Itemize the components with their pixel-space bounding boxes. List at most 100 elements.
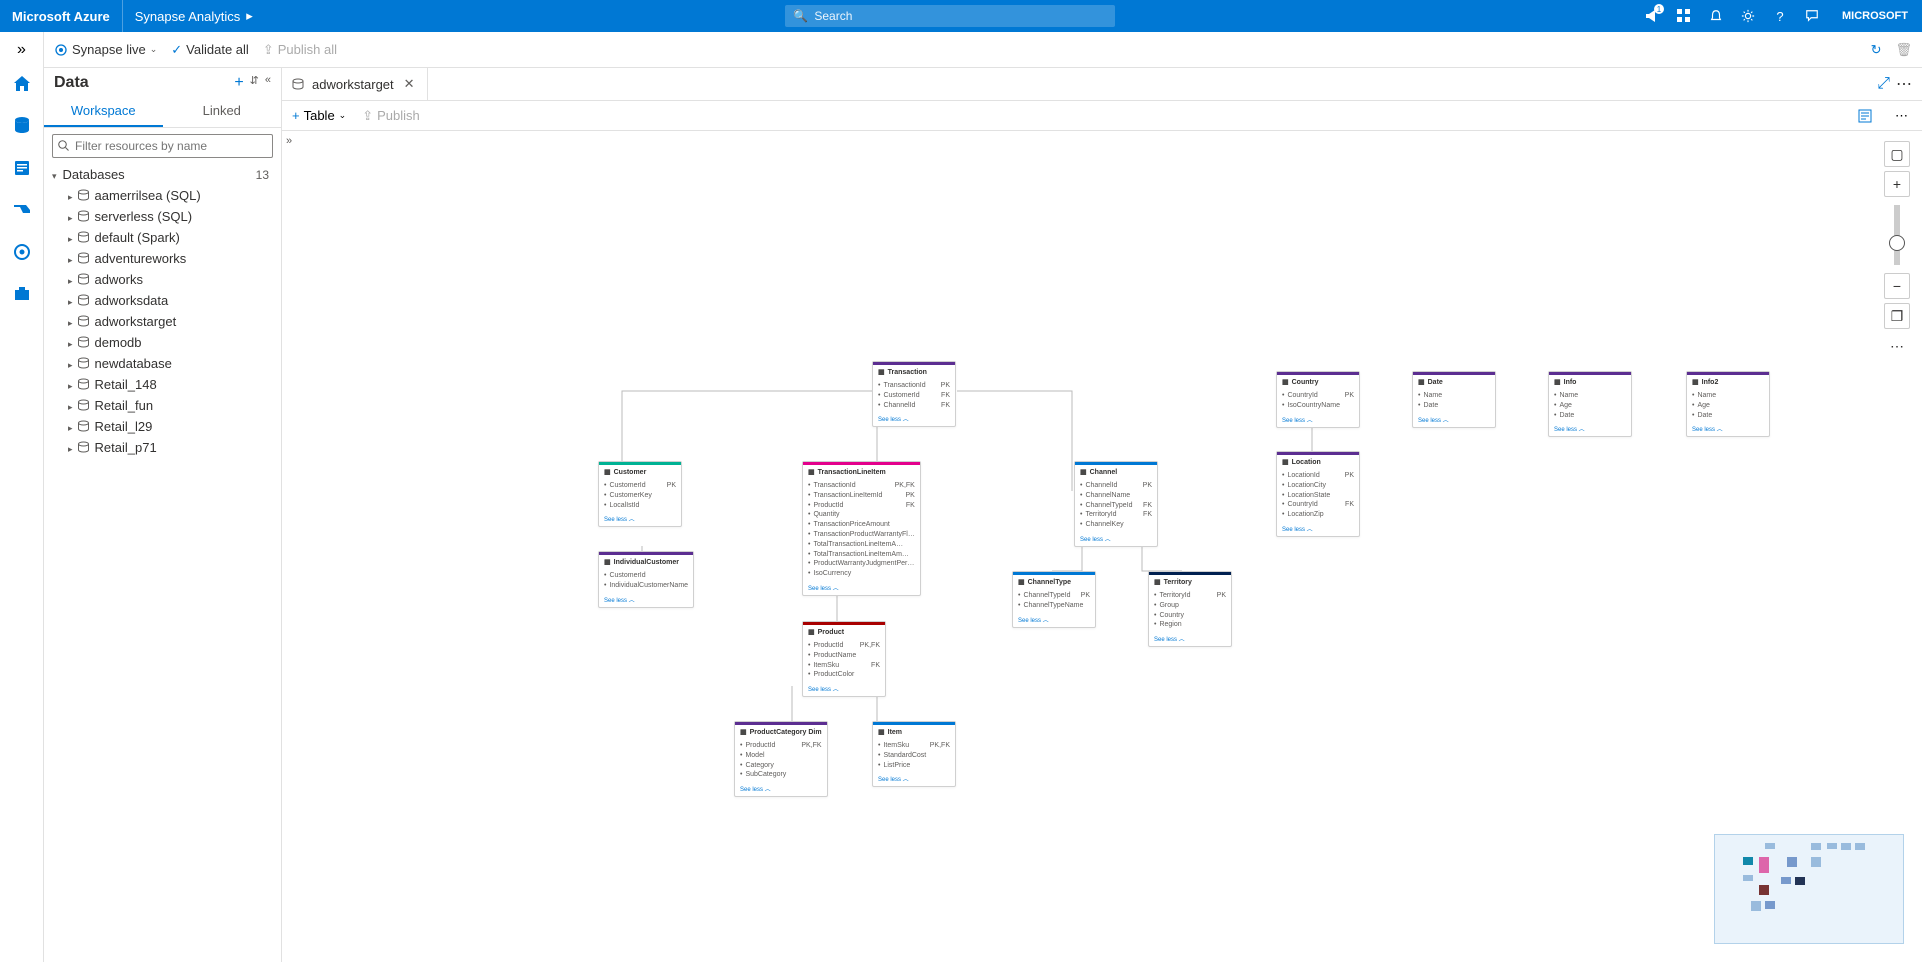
diagram-canvas[interactable]: ▦Transaction•TransactionIdPK•CustomerIdF… [282,131,1922,962]
entity-info[interactable]: ▦Info•Name•Age•DateSee less ︿ [1548,371,1632,437]
see-less-link[interactable]: See less ︿ [1413,414,1495,427]
entity-header[interactable]: ▦Territory [1149,572,1231,589]
see-less-link[interactable]: See less ︿ [1075,533,1157,546]
brand-label[interactable]: Microsoft Azure [0,0,123,32]
sidebar-item-database[interactable]: demodb [44,332,281,353]
develop-icon[interactable] [4,148,40,188]
data-icon[interactable] [4,106,40,146]
manage-icon[interactable] [4,274,40,314]
see-less-link[interactable]: See less ︿ [803,683,885,696]
product-breadcrumb[interactable]: Synapse Analytics ▸ [123,8,265,24]
entity-transaction[interactable]: ▦Transaction•TransactionIdPK•CustomerIdF… [872,361,956,427]
entity-date[interactable]: ▦Date•Name•DateSee less ︿ [1412,371,1496,428]
bell-icon[interactable] [1700,0,1732,32]
entity-header[interactable]: ▦Customer [599,462,681,479]
synapse-live-dropdown[interactable]: Synapse live ⌄ [54,42,157,57]
see-less-link[interactable]: See less ︿ [1013,614,1095,627]
sidebar-item-database[interactable]: adworkstarget [44,311,281,332]
layers-icon[interactable]: ❐ [1884,303,1910,329]
entity-header[interactable]: ▦IndividualCustomer [599,552,693,569]
see-less-link[interactable]: See less ︿ [1277,523,1359,536]
add-icon[interactable]: + [234,74,243,92]
feedback-icon[interactable] [1796,0,1828,32]
see-less-link[interactable]: See less ︿ [803,582,920,595]
see-less-link[interactable]: See less ︿ [599,513,681,526]
sidebar-item-database[interactable]: adworks [44,269,281,290]
entity-header[interactable]: ▦ChannelType [1013,572,1095,589]
filter-input[interactable] [52,134,273,158]
collapse-panel-icon[interactable]: « [265,74,271,92]
see-less-link[interactable]: See less ︿ [735,783,827,796]
see-less-link[interactable]: See less ︿ [599,594,693,607]
megaphone-icon[interactable]: 1 [1636,0,1668,32]
add-table-button[interactable]: + Table ⌄ [292,108,346,123]
entity-product[interactable]: ▦Product•ProductIdPK,FK•ProductName•Item… [802,621,886,697]
refresh-icon[interactable]: ↻ [1871,42,1882,58]
entity-channel[interactable]: ▦Channel•ChannelIdPK•ChannelName•Channel… [1074,461,1158,547]
help-icon[interactable]: ? [1764,0,1796,32]
sidebar-item-database[interactable]: adventureworks [44,248,281,269]
entity-channeltype[interactable]: ▦ChannelType•ChannelTypeIdPK•ChannelType… [1012,571,1096,628]
entity-territory[interactable]: ▦Territory•TerritoryIdPK•Group•Country•R… [1148,571,1232,647]
global-search[interactable]: 🔍 [785,5,1115,27]
entity-header[interactable]: ▦Country [1277,372,1359,389]
entity-header[interactable]: ▦Item [873,722,955,739]
expand-icon[interactable]: ⇵ [250,74,259,92]
sidebar-item-database[interactable]: Retail_p71 [44,437,281,458]
entity-customer[interactable]: ▦Customer•CustomerIdPK•CustomerKey•Local… [598,461,682,527]
more-icon[interactable]: ⋯ [1896,74,1912,94]
entity-header[interactable]: ▦TransactionLineItem [803,462,920,479]
entity-item[interactable]: ▦Item•ItemSkuPK,FK•StandardCost•ListPric… [872,721,956,787]
entity-header[interactable]: ▦ProductCategory Dim [735,722,827,739]
fit-icon[interactable]: ▢ [1884,141,1910,167]
see-less-link[interactable]: See less ︿ [873,773,955,786]
entity-header[interactable]: ▦Location [1277,452,1359,469]
sidebar-item-database[interactable]: default (Spark) [44,227,281,248]
entity-location[interactable]: ▦Location•LocationIdPK•LocationCity•Loca… [1276,451,1360,537]
home-icon[interactable] [4,64,40,104]
zoom-slider[interactable] [1894,205,1900,265]
integrate-icon[interactable] [4,190,40,230]
sidebar-item-database[interactable]: adworksdata [44,290,281,311]
more-icon[interactable]: ⋯ [1884,333,1910,359]
see-less-link[interactable]: See less ︿ [1277,414,1359,427]
sidebar-item-database[interactable]: newdatabase [44,353,281,374]
expand-diag-icon[interactable]: ⤢ [1877,75,1890,93]
entity-prodcat[interactable]: ▦ProductCategory Dim•ProductIdPK,FK•Mode… [734,721,828,797]
sidebar-item-database[interactable]: Retail_fun [44,395,281,416]
databases-node[interactable]: Databases 13 [44,164,281,185]
grid-icon[interactable] [1668,0,1700,32]
see-less-link[interactable]: See less ︿ [1149,633,1231,646]
entity-country[interactable]: ▦Country•CountryIdPK•IsoCountryNameSee l… [1276,371,1360,428]
monitor-icon[interactable] [4,232,40,272]
see-less-link[interactable]: See less ︿ [1687,423,1769,436]
zoom-thumb[interactable] [1889,235,1905,251]
close-icon[interactable]: ✕ [402,76,417,92]
entity-header[interactable]: ▦Product [803,622,885,639]
validate-all-button[interactable]: ✓ Validate all [171,42,249,58]
entity-header[interactable]: ▦Transaction [873,362,955,379]
properties-icon[interactable] [1855,106,1875,126]
sidebar-item-database[interactable]: serverless (SQL) [44,206,281,227]
search-input[interactable] [814,9,1107,23]
gear-icon[interactable] [1732,0,1764,32]
sidebar-item-database[interactable]: Retail_l29 [44,416,281,437]
entity-individual[interactable]: ▦IndividualCustomer•CustomerId•Individua… [598,551,694,608]
minimap[interactable] [1714,834,1904,944]
account-name[interactable]: MICROSOFT [1828,10,1922,22]
entity-header[interactable]: ▦Info2 [1687,372,1769,389]
editor-tab[interactable]: adworkstarget ✕ [282,68,428,100]
tab-workspace[interactable]: Workspace [44,96,163,127]
zoom-out-button[interactable]: − [1884,273,1910,299]
entity-header[interactable]: ▦Channel [1075,462,1157,479]
entity-info2[interactable]: ▦Info2•Name•Age•DateSee less ︿ [1686,371,1770,437]
zoom-in-button[interactable]: + [1884,171,1910,197]
expand-rail-icon[interactable]: » [4,38,40,62]
sidebar-item-database[interactable]: Retail_148 [44,374,281,395]
see-less-link[interactable]: See less ︿ [1549,423,1631,436]
tab-linked[interactable]: Linked [163,96,282,127]
more-icon[interactable]: ⋯ [1891,108,1912,124]
see-less-link[interactable]: See less ︿ [873,413,955,426]
entity-header[interactable]: ▦Date [1413,372,1495,389]
entity-header[interactable]: ▦Info [1549,372,1631,389]
